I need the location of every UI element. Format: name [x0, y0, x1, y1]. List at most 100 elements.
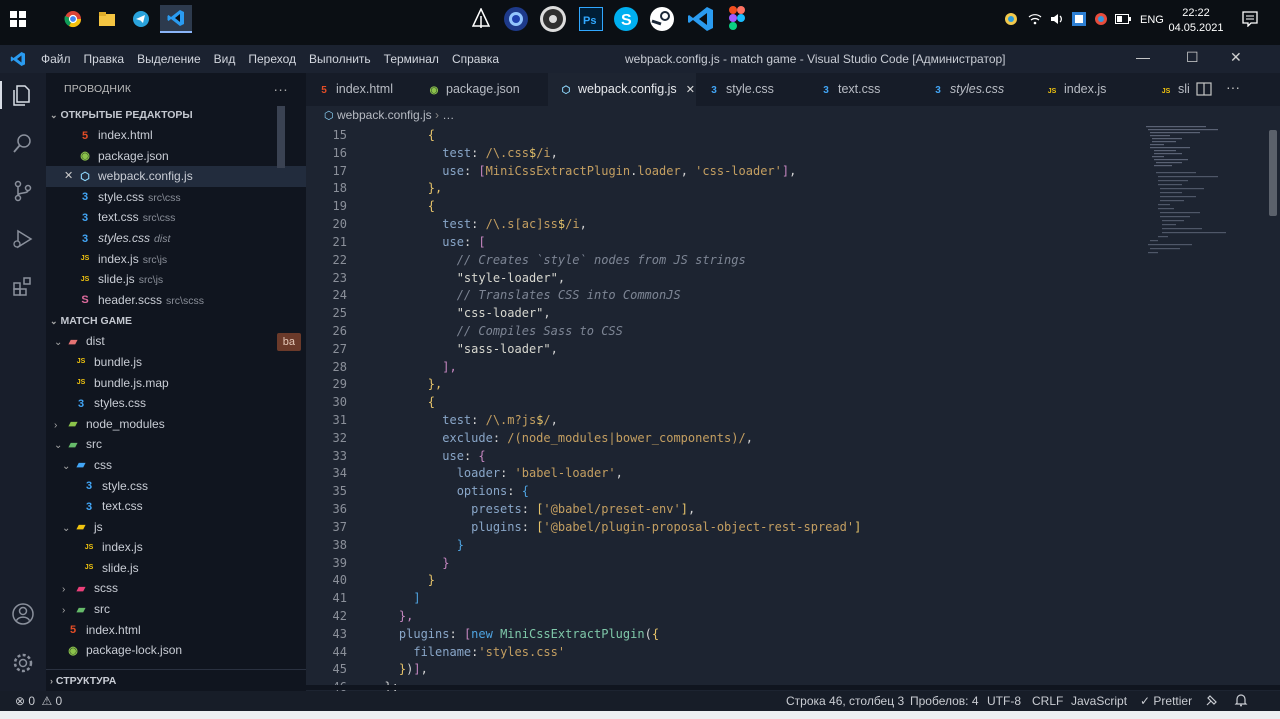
prettier-status[interactable]: ✓ Prettier: [1140, 694, 1192, 708]
indentation[interactable]: Пробелов: 4: [910, 694, 979, 708]
tree-item[interactable]: › ▰ scss: [46, 578, 306, 599]
menu-item[interactable]: Выполнить: [309, 52, 371, 66]
feedback-icon[interactable]: [1205, 693, 1219, 710]
horizontal-scrollbar[interactable]: [306, 683, 1280, 691]
tree-item[interactable]: JS index.js: [46, 537, 306, 558]
menu-item[interactable]: Переход: [248, 52, 296, 66]
code-line[interactable]: plugins: ['@babel/plugin-proposal-object…: [370, 519, 861, 537]
menu-item[interactable]: Выделение: [137, 52, 201, 66]
breadcrumb-rest[interactable]: …: [442, 108, 454, 122]
cinema4d-icon[interactable]: [502, 5, 530, 33]
tree-item[interactable]: 5 index.html: [46, 620, 306, 641]
open-editors-section[interactable]: ⌄ ОТКРЫТЫЕ РЕДАКТОРЫ: [46, 105, 306, 125]
keyboard-language[interactable]: ENG: [1140, 14, 1164, 26]
open-editor-item[interactable]: 3 styles.css dist: [46, 228, 306, 249]
tree-item[interactable]: ◉ package-lock.json: [46, 640, 306, 661]
maximize-button[interactable]: ☐: [1186, 49, 1199, 66]
tab-style-css[interactable]: 3 style.css: [696, 73, 808, 106]
code-line[interactable]: test: /\.s[ac]ss$/i,: [370, 216, 861, 234]
tree-item[interactable]: JS bundle.js.map: [46, 373, 306, 394]
line-ending[interactable]: CRLF: [1032, 694, 1063, 708]
editor-scrollbar[interactable]: [1269, 130, 1277, 216]
code-line[interactable]: },: [370, 180, 861, 198]
code-line[interactable]: "style-loader",: [370, 270, 861, 288]
tree-item[interactable]: 3 style.css: [46, 476, 306, 497]
menu-item[interactable]: Файл: [41, 52, 71, 66]
source-control-icon[interactable]: [11, 179, 35, 203]
code-line[interactable]: "css-loader",: [370, 305, 861, 323]
photoshop-icon[interactable]: Ps: [578, 5, 604, 33]
tree-item[interactable]: 3 styles.css: [46, 393, 306, 414]
more-tabs-icon[interactable]: ···: [1226, 79, 1240, 95]
open-editor-item[interactable]: JS index.js src\js: [46, 249, 306, 270]
tree-item[interactable]: ⌄ ▰ src: [46, 434, 306, 455]
skype-icon[interactable]: S: [612, 5, 640, 33]
code-line[interactable]: ],: [370, 359, 861, 377]
code-line[interactable]: test: /\.css$/i,: [370, 145, 861, 163]
account-icon[interactable]: [11, 602, 35, 626]
breadcrumb-file[interactable]: webpack.config.js: [337, 108, 432, 122]
tab-index-js[interactable]: JS index.js: [1034, 73, 1148, 106]
extensions-icon[interactable]: [11, 275, 35, 299]
code-line[interactable]: {: [370, 198, 861, 216]
code-line[interactable]: },: [370, 608, 861, 626]
close-icon[interactable]: ✕: [64, 166, 73, 187]
code-line[interactable]: {: [370, 127, 861, 145]
run-debug-icon[interactable]: [11, 227, 35, 251]
code-line[interactable]: use: [: [370, 234, 861, 252]
tab-package-json[interactable]: ◉ package.json: [416, 73, 548, 106]
notifications-bell-icon[interactable]: [1234, 693, 1248, 710]
open-editor-item[interactable]: 5 index.html: [46, 125, 306, 146]
figma-icon[interactable]: [726, 5, 748, 33]
inkscape-icon[interactable]: [470, 5, 492, 33]
telegram-icon[interactable]: [130, 5, 152, 33]
sidebar-scrollbar[interactable]: [277, 106, 285, 168]
vscode-taskbar-icon[interactable]: [160, 5, 192, 33]
clock[interactable]: 22:22 04.05.2021: [1168, 6, 1224, 36]
code-line[interactable]: exclude: /(node_modules|bower_components…: [370, 430, 861, 448]
explorer-icon[interactable]: [11, 83, 35, 107]
minimize-button[interactable]: —: [1136, 49, 1150, 65]
wifi-icon[interactable]: [1026, 5, 1044, 33]
notification-tray-icon[interactable]: [1002, 5, 1020, 33]
code-line[interactable]: use: [MiniCssExtractPlugin.loader, 'css-…: [370, 163, 861, 181]
code-line[interactable]: // Compiles Sass to CSS: [370, 323, 861, 341]
menu-item[interactable]: Вид: [214, 52, 236, 66]
tab-styles-css[interactable]: 3 styles.css: [920, 73, 1034, 106]
open-editor-item[interactable]: 3 style.css src\css: [46, 187, 306, 208]
tab-index-html[interactable]: 5 index.html: [306, 73, 416, 106]
tree-item[interactable]: › ▰ node_modules: [46, 414, 306, 435]
problems-indicator[interactable]: ⊗ 0 ⚠ 0: [15, 694, 62, 708]
code-line[interactable]: },: [370, 376, 861, 394]
code-line[interactable]: filename:'styles.css': [370, 644, 861, 662]
code-line[interactable]: // Creates `style` nodes from JS strings: [370, 252, 861, 270]
code-line[interactable]: plugins: [new MiniCssExtractPlugin({: [370, 626, 861, 644]
search-icon[interactable]: [11, 131, 35, 155]
open-editor-item[interactable]: ✕ ⬡ webpack.config.js: [46, 166, 306, 187]
close-window-button[interactable]: ✕: [1230, 49, 1242, 66]
tree-item[interactable]: ⌄ ▰ dist ba: [46, 331, 306, 352]
vscode-app-icon[interactable]: [686, 5, 716, 33]
language-mode[interactable]: JavaScript: [1071, 694, 1127, 708]
action-center-icon[interactable]: [1240, 5, 1260, 33]
menu-item[interactable]: Правка: [84, 52, 125, 66]
menu-item[interactable]: Справка: [452, 52, 499, 66]
tree-item[interactable]: ⌄ ▰ js: [46, 517, 306, 538]
battery-icon[interactable]: [1114, 5, 1132, 33]
minimap[interactable]: [1146, 124, 1258, 264]
code-line[interactable]: ]: [370, 590, 861, 608]
open-editor-item[interactable]: 3 text.css src\css: [46, 207, 306, 228]
code-line[interactable]: })],: [370, 661, 861, 679]
tray-security-icon[interactable]: [1092, 5, 1110, 33]
volume-icon[interactable]: [1048, 5, 1066, 33]
encoding[interactable]: UTF-8: [987, 694, 1021, 708]
tree-item[interactable]: 3 text.css: [46, 496, 306, 517]
close-tab-icon[interactable]: ✕: [683, 84, 695, 96]
tab-sli[interactable]: JS sli: [1148, 73, 1190, 106]
code-line[interactable]: "sass-loader",: [370, 341, 861, 359]
code-editor[interactable]: 15 16 17 18 19 20 21 22 23 24 25 26 27 28 29 30 31 32 33 34…: [306, 124, 1280, 691]
open-editor-item[interactable]: JS slide.js src\js: [46, 269, 306, 290]
code-line[interactable]: loader: 'babel-loader',: [370, 465, 861, 483]
chrome-icon[interactable]: [62, 5, 84, 33]
cursor-position[interactable]: Строка 46, столбец 3: [786, 694, 904, 708]
